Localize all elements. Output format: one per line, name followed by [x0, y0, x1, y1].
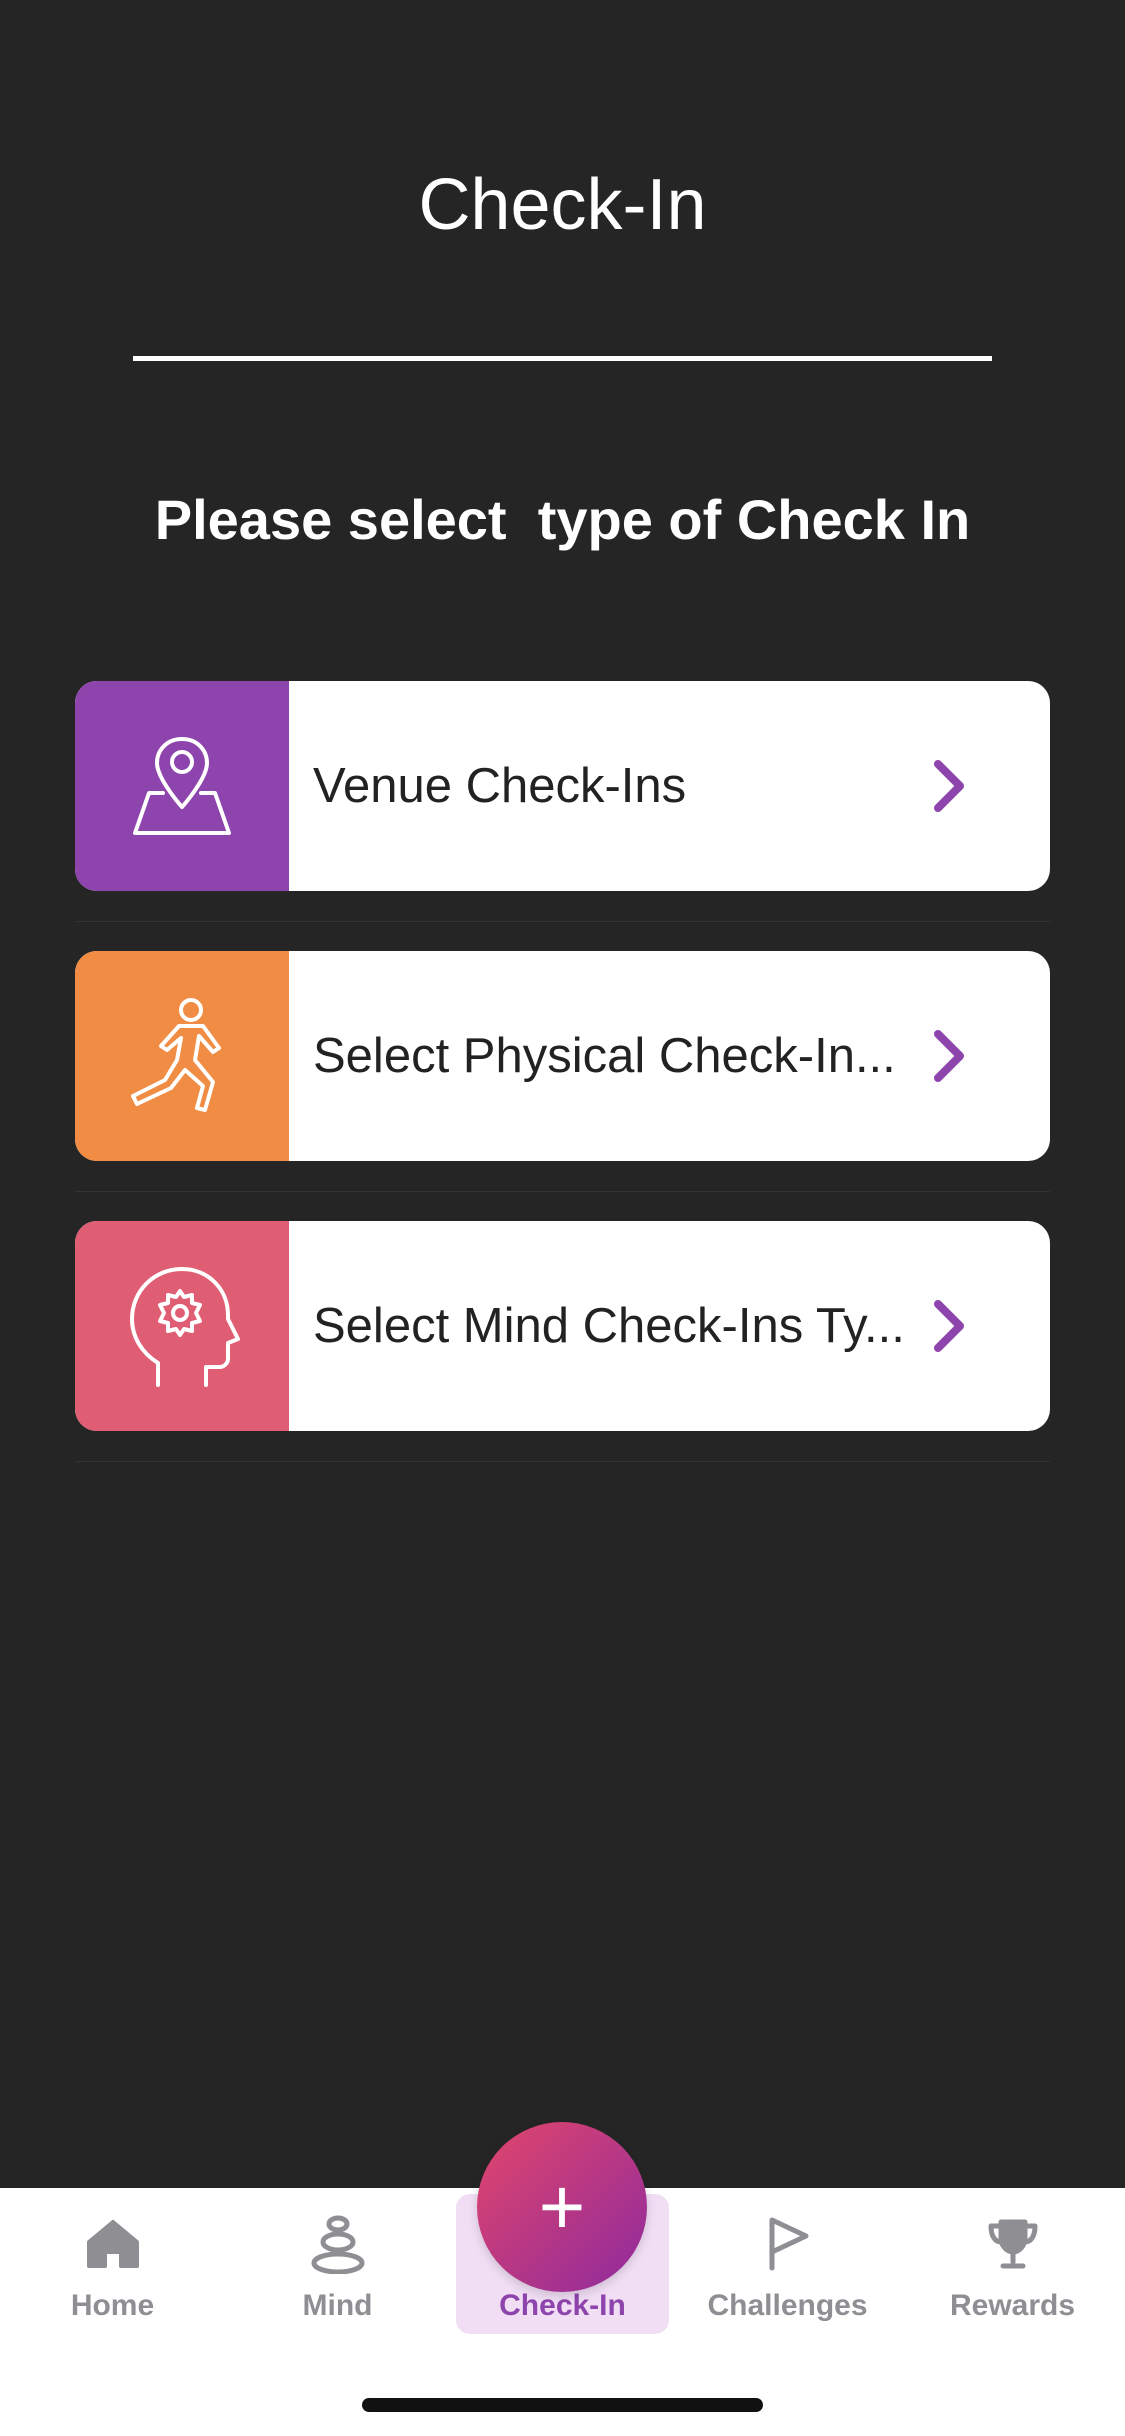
flag-icon — [764, 2212, 812, 2276]
home-indicator — [362, 2398, 763, 2412]
tab-home[interactable]: Home — [0, 2188, 225, 2338]
mind-icon-box — [75, 1221, 289, 1431]
tab-label: Challenges — [707, 2289, 868, 2322]
chevron-right-icon — [930, 1028, 1050, 1084]
option-label: Select Mind Check-Ins Ty... — [313, 1299, 905, 1353]
list-item: Select Physical Check-In... — [75, 951, 1050, 1221]
chevron-right-icon — [930, 1298, 1050, 1354]
stones-icon — [310, 2212, 366, 2276]
row-divider — [75, 1461, 1050, 1462]
option-label: Venue Check-Ins — [313, 759, 687, 813]
title-divider — [133, 356, 992, 361]
row-divider — [75, 1191, 1050, 1192]
mind-check-ins-option[interactable]: Select Mind Check-Ins Ty... — [75, 1221, 1050, 1431]
tab-label: Mind — [302, 2289, 373, 2322]
row-divider — [75, 921, 1050, 922]
check-in-screen: Check-In Please select type of Check In … — [0, 0, 1125, 2436]
trophy-icon — [985, 2212, 1041, 2276]
tab-challenges[interactable]: Challenges — [675, 2188, 900, 2338]
tab-rewards[interactable]: Rewards — [900, 2188, 1125, 2338]
venue-check-ins-option[interactable]: Venue Check-Ins — [75, 681, 1050, 891]
list-item: Venue Check-Ins — [75, 681, 1050, 951]
selection-prompt: Please select type of Check In — [154, 488, 971, 551]
map-pin-icon — [133, 737, 231, 835]
tab-mind[interactable]: Mind — [225, 2188, 450, 2338]
list-item: Select Mind Check-Ins Ty... — [75, 1221, 1050, 1491]
tab-label: Home — [70, 2289, 155, 2322]
option-label: Select Physical Check-In... — [313, 1029, 896, 1083]
tab-label: Check-In — [499, 2289, 626, 2322]
physical-icon-box — [75, 951, 289, 1161]
chevron-right-icon — [930, 758, 1050, 814]
mind-gear-icon — [130, 1267, 240, 1387]
exercise-icon — [131, 998, 221, 1112]
page-title: Check-In — [418, 165, 707, 245]
tab-label: Rewards — [949, 2289, 1076, 2322]
physical-check-in-option[interactable]: Select Physical Check-In... — [75, 951, 1050, 1161]
venue-icon-box — [75, 681, 289, 891]
home-icon — [85, 2212, 141, 2276]
add-check-in-button[interactable]: + — [477, 2122, 647, 2292]
check-in-type-list: Venue Check-Ins Select Physical Check-In… — [75, 681, 1050, 1491]
